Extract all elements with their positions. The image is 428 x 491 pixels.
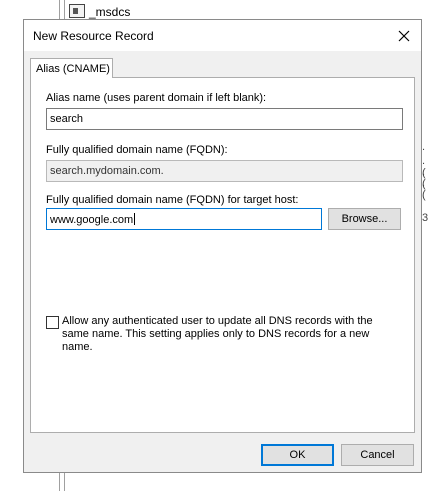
ok-button[interactable]: OK xyxy=(261,444,334,466)
tab-alias-cname[interactable]: Alias (CNAME) xyxy=(30,58,113,78)
browse-button[interactable]: Browse... xyxy=(328,208,401,230)
target-host-input[interactable]: www.google.com xyxy=(46,208,322,230)
fqdn-label: Fully qualified domain name (FQDN): xyxy=(46,144,228,156)
cancel-button[interactable]: Cancel xyxy=(341,444,414,466)
target-host-value: www.google.com xyxy=(50,214,134,226)
tab-label: Alias (CNAME) xyxy=(36,63,110,75)
tab-panel: Alias name (uses parent domain if left b… xyxy=(30,77,415,433)
alias-name-input[interactable]: search xyxy=(46,108,403,130)
alias-name-label: Alias name (uses parent domain if left b… xyxy=(46,92,267,104)
dialog-title: New Resource Record xyxy=(33,29,154,43)
allow-update-checkbox[interactable] xyxy=(46,316,59,329)
background-text-fragment: .( xyxy=(422,177,426,201)
background-text-fragment: . xyxy=(422,141,426,153)
new-resource-record-dialog: New Resource Record Alias (CNAME) Alias … xyxy=(23,19,422,473)
fqdn-field: search.mydomain.com. xyxy=(46,160,403,182)
text-caret xyxy=(134,213,136,225)
allow-update-label[interactable]: Allow any authenticated user to update a… xyxy=(62,315,382,354)
tree-item-msdcs[interactable]: _msdcs xyxy=(89,5,130,19)
title-bar[interactable]: New Resource Record xyxy=(24,20,421,51)
target-host-label: Fully qualified domain name (FQDN) for t… xyxy=(46,194,299,206)
close-icon xyxy=(398,30,410,41)
close-button[interactable] xyxy=(387,20,421,51)
zone-folder-icon xyxy=(69,4,85,18)
background-text-fragment: 3. xyxy=(422,212,428,224)
